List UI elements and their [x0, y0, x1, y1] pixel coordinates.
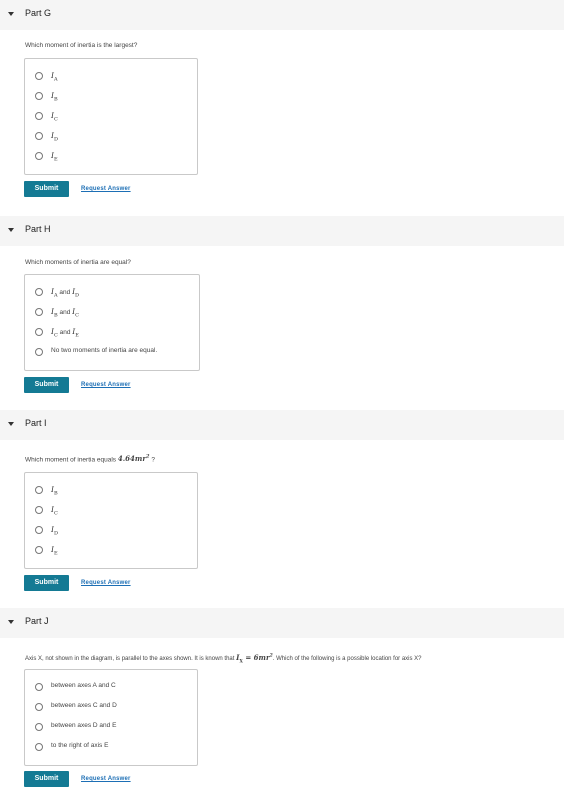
option-label: IC and IE — [51, 327, 79, 339]
part-g-question: Which moment of inertia is the largest? — [25, 42, 138, 49]
radio-button[interactable] — [35, 683, 43, 691]
radio-button[interactable] — [35, 328, 43, 336]
question-text: Which moment of inertia equals — [25, 456, 117, 464]
caret-down-icon — [8, 422, 14, 426]
question-math: 4.64mr2 — [117, 454, 150, 464]
radio-button[interactable] — [35, 92, 43, 100]
option-label: ID — [51, 525, 58, 537]
part-h-answer-box: IA and ID IB and IC IC and IE No two mom… — [24, 274, 200, 371]
part-h-question: Which moments of inertia are equal? — [25, 259, 131, 266]
radio-button[interactable] — [35, 723, 43, 731]
option-label: to the right of axis E — [51, 742, 109, 749]
question-text: Axis X, not shown in the diagram, is par… — [25, 656, 235, 662]
part-j-question: Axis X, not shown in the diagram, is par… — [25, 653, 422, 664]
request-answer-link[interactable]: Request Answer — [81, 580, 131, 586]
part-i-question: Which moment of inertia equals 4.64mr2 ? — [25, 454, 155, 463]
submit-button[interactable]: Submit — [24, 771, 69, 787]
question-suffix: . Which of the following is a possible l… — [272, 656, 422, 662]
option-label: ID — [51, 131, 58, 143]
radio-button[interactable] — [35, 112, 43, 120]
radio-button[interactable] — [35, 546, 43, 554]
option-label: IE — [51, 545, 58, 557]
option-label: between axes A and C — [51, 682, 116, 689]
caret-down-icon — [8, 12, 14, 16]
option-label: IC — [51, 111, 58, 123]
part-j-answer-box: between axes A and C between axes C and … — [24, 669, 198, 766]
part-j-header[interactable]: Part J — [0, 608, 564, 638]
submit-button[interactable]: Submit — [24, 181, 69, 197]
part-g-header[interactable]: Part G — [0, 0, 564, 30]
radio-button[interactable] — [35, 132, 43, 140]
radio-button[interactable] — [35, 506, 43, 514]
option-label: between axes D and E — [51, 722, 117, 729]
option-label: IA — [51, 71, 58, 83]
radio-button[interactable] — [35, 526, 43, 534]
part-h-title: Part H — [25, 224, 51, 234]
part-i-title: Part I — [25, 418, 47, 428]
radio-button[interactable] — [35, 743, 43, 751]
radio-button[interactable] — [35, 703, 43, 711]
request-answer-link[interactable]: Request Answer — [81, 382, 131, 388]
caret-down-icon — [8, 620, 14, 624]
radio-button[interactable] — [35, 288, 43, 296]
question-math: IX = 6mr2 — [236, 653, 273, 665]
option-label: IA and ID — [51, 287, 80, 299]
part-i-header[interactable]: Part I — [0, 410, 564, 440]
radio-button[interactable] — [35, 152, 43, 160]
question-suffix: ? — [151, 456, 155, 464]
submit-button[interactable]: Submit — [24, 575, 69, 591]
part-i-answer-box: IB IC ID IE — [24, 472, 198, 569]
part-g-answer-box: IA IB IC ID IE — [24, 58, 198, 175]
radio-button[interactable] — [35, 348, 43, 356]
part-j-title: Part J — [25, 616, 49, 626]
caret-down-icon — [8, 228, 14, 232]
request-answer-link[interactable]: Request Answer — [81, 776, 131, 782]
option-label: No two moments of inertia are equal. — [51, 347, 158, 354]
option-label: IB — [51, 91, 58, 103]
radio-button[interactable] — [35, 308, 43, 316]
request-answer-link[interactable]: Request Answer — [81, 186, 131, 192]
part-g-title: Part G — [25, 8, 52, 18]
option-label: IC — [51, 505, 58, 517]
radio-button[interactable] — [35, 486, 43, 494]
submit-button[interactable]: Submit — [24, 377, 69, 393]
radio-button[interactable] — [35, 72, 43, 80]
part-h-header[interactable]: Part H — [0, 216, 564, 246]
option-label: IB — [51, 485, 58, 497]
option-label: IB and IC — [51, 307, 79, 319]
option-label: between axes C and D — [51, 702, 117, 709]
option-label: IE — [51, 151, 58, 163]
